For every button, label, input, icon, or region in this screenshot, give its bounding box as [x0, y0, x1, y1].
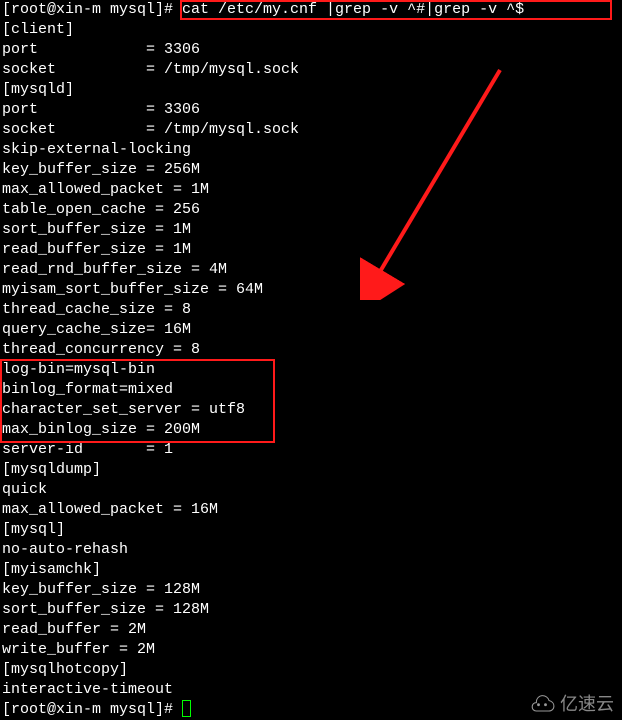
- output-line: max_allowed_packet = 1M: [2, 180, 620, 200]
- output-line: no-auto-rehash: [2, 540, 620, 560]
- output-line: port = 3306: [2, 40, 620, 60]
- output-line: sort_buffer_size = 1M: [2, 220, 620, 240]
- prompt: [root@xin-m mysql]#: [2, 1, 182, 18]
- output-line: socket = /tmp/mysql.sock: [2, 120, 620, 140]
- output-line: port = 3306: [2, 100, 620, 120]
- output-line: myisam_sort_buffer_size = 64M: [2, 280, 620, 300]
- output-line: read_rnd_buffer_size = 4M: [2, 260, 620, 280]
- output-line: quick: [2, 480, 620, 500]
- prompt: [root@xin-m mysql]#: [2, 701, 182, 718]
- output-line: character_set_server = utf8: [2, 400, 620, 420]
- output-line: sort_buffer_size = 128M: [2, 600, 620, 620]
- cursor[interactable]: [182, 700, 191, 717]
- output-line: thread_concurrency = 8: [2, 340, 620, 360]
- output-line: query_cache_size= 16M: [2, 320, 620, 340]
- output-line: [mysqld]: [2, 80, 620, 100]
- prompt-line: [root@xin-m mysql]# cat /etc/my.cnf |gre…: [2, 0, 620, 20]
- output-line: read_buffer_size = 1M: [2, 240, 620, 260]
- output-line: [myisamchk]: [2, 560, 620, 580]
- output-line: read_buffer = 2M: [2, 620, 620, 640]
- command: cat /etc/my.cnf |grep -v ^#|grep -v ^$: [182, 1, 524, 18]
- output-line: socket = /tmp/mysql.sock: [2, 60, 620, 80]
- output-line: max_allowed_packet = 16M: [2, 500, 620, 520]
- output-line: thread_cache_size = 8: [2, 300, 620, 320]
- terminal-output: [root@xin-m mysql]# cat /etc/my.cnf |gre…: [2, 0, 620, 720]
- output-line: write_buffer = 2M: [2, 640, 620, 660]
- output-line: [mysqldump]: [2, 460, 620, 480]
- output-line: skip-external-locking: [2, 140, 620, 160]
- cloud-icon: [528, 694, 556, 714]
- output-line: [client]: [2, 20, 620, 40]
- output-line: [mysql]: [2, 520, 620, 540]
- watermark-text: 亿速云: [560, 694, 614, 714]
- output-line: key_buffer_size = 128M: [2, 580, 620, 600]
- output-line: table_open_cache = 256: [2, 200, 620, 220]
- output-line: max_binlog_size = 200M: [2, 420, 620, 440]
- watermark: 亿速云: [528, 694, 614, 714]
- output-line: binlog_format=mixed: [2, 380, 620, 400]
- output-line: [mysqlhotcopy]: [2, 660, 620, 680]
- output-line: log-bin=mysql-bin: [2, 360, 620, 380]
- output-line: key_buffer_size = 256M: [2, 160, 620, 180]
- output-line: server-id = 1: [2, 440, 620, 460]
